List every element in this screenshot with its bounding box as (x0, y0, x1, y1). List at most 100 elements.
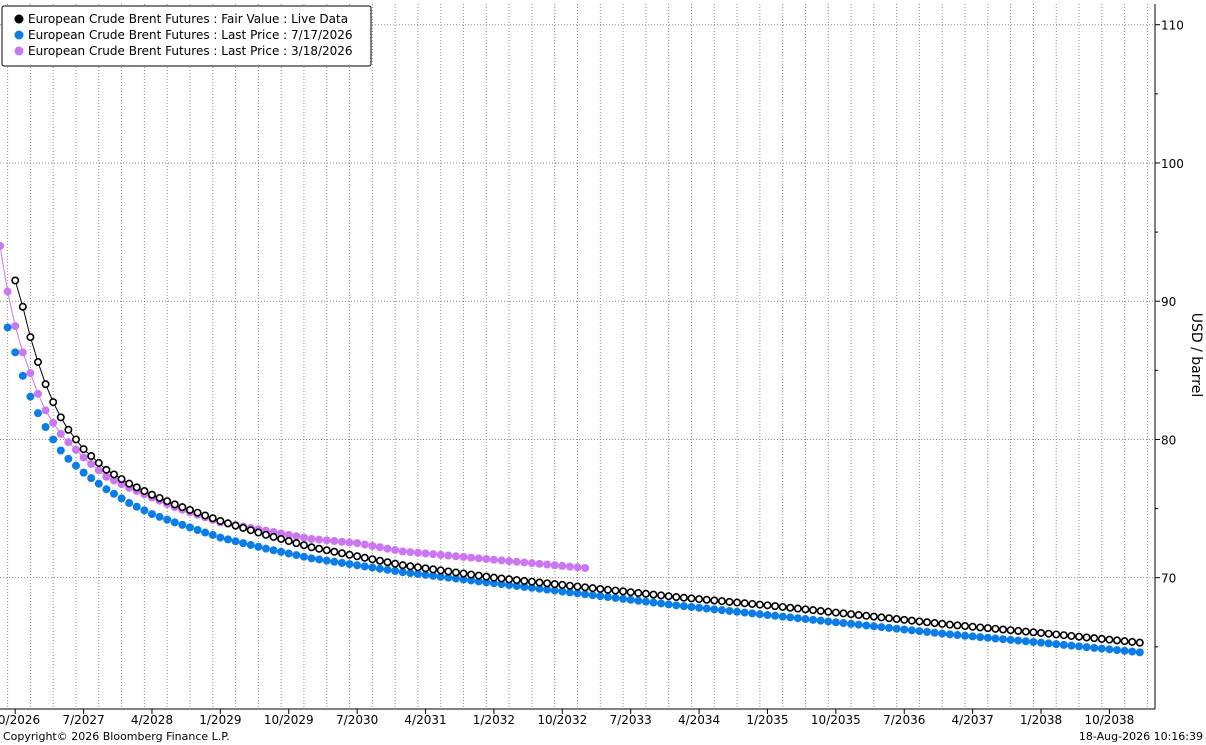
series-0-point (254, 528, 263, 537)
series-1-point (763, 611, 772, 619)
series-1-point (307, 554, 316, 563)
series-2-point (543, 560, 552, 569)
series-2-point (444, 551, 453, 560)
series-0-point (581, 583, 590, 592)
series-0-point (717, 597, 726, 606)
series-1-point (634, 596, 643, 605)
series-1-point (79, 468, 88, 477)
series-0-point (1090, 634, 1099, 643)
series-1-point (1067, 641, 1076, 650)
series-1-point (1029, 637, 1038, 646)
series-0-point (41, 380, 50, 389)
series-1-point (725, 606, 734, 615)
series-0-point (489, 573, 498, 582)
series-2-point (345, 538, 354, 547)
series-2-point (368, 541, 377, 550)
series-0-point (915, 617, 924, 626)
series-1-point (109, 489, 118, 498)
series-layer (0, 241, 1144, 657)
x-tick-label-0: 10/2026 (0, 713, 40, 727)
series-1-point (991, 634, 1000, 643)
series-0-point (239, 523, 248, 532)
series-1-point (155, 512, 164, 521)
series-1-point (208, 531, 217, 540)
series-1-point (223, 535, 232, 544)
series-0-point (687, 594, 696, 603)
series-2-point (391, 546, 400, 555)
legend-marker-fair-value (14, 14, 24, 24)
series-0-point (725, 597, 734, 606)
series-2-point (467, 553, 476, 562)
series-1-point (193, 525, 202, 534)
series-2-point (79, 453, 88, 462)
series-2-point (489, 555, 498, 564)
series-1-point (292, 551, 301, 560)
series-2-point (520, 558, 529, 567)
series-1-point (626, 595, 635, 604)
series-0-point (299, 541, 308, 550)
series-2-point (94, 466, 103, 475)
series-1-point (679, 602, 688, 611)
series-2-point (375, 543, 384, 552)
series-2-point (41, 406, 50, 415)
y-tick-label-80: 80 (1161, 433, 1176, 447)
x-tick-label-5: 7/2030 (336, 713, 378, 727)
series-1-point (687, 602, 696, 611)
series-1-point (1082, 643, 1091, 652)
series-2-point (429, 550, 438, 559)
x-tick-label-9: 7/2033 (610, 713, 652, 727)
series-0-point (520, 576, 529, 585)
series-1-point (877, 623, 886, 632)
legend-label-last-price-3-18-2026: European Crude Brent Futures : Last Pric… (28, 44, 353, 58)
series-0-point (968, 622, 977, 631)
series-2-point (550, 561, 559, 570)
y-tick-label-110: 110 (1161, 19, 1184, 33)
series-1-point (49, 435, 58, 444)
series-0-point (1067, 631, 1076, 640)
series-1-point (672, 601, 681, 610)
series-1-point (383, 565, 392, 574)
series-0-point (383, 558, 392, 567)
series-1-point (391, 567, 400, 575)
series-2-point (71, 445, 80, 454)
series-0-point (1029, 628, 1038, 637)
series-1-point (375, 564, 384, 573)
series-1-point (147, 510, 156, 519)
series-1-point (809, 615, 818, 624)
series-0-point (353, 552, 362, 561)
series-1-point (11, 348, 20, 357)
series-0-point (155, 493, 164, 502)
series-0-point (801, 605, 810, 614)
series-0-point (163, 497, 172, 506)
series-0-point (330, 547, 339, 556)
series-0-point (132, 483, 141, 492)
series-0-point (565, 581, 574, 590)
series-1-point (657, 599, 666, 608)
series-0-point (1021, 627, 1030, 636)
series-1-point (102, 485, 111, 494)
series-1-point (869, 622, 878, 631)
legend-label-last-price-7-17-2026: European Crude Brent Futures : Last Pric… (28, 28, 353, 42)
series-1-point (816, 616, 825, 625)
series-1 (3, 323, 1144, 657)
series-0-point (345, 550, 354, 559)
series-1-point (588, 591, 597, 600)
series-1-point (915, 627, 924, 636)
series-2-point (315, 535, 324, 544)
series-0-point (322, 546, 331, 555)
series-1-point (824, 617, 833, 626)
series-1-point (26, 392, 35, 401)
series-2-point (474, 554, 483, 563)
series-2-point (421, 549, 430, 558)
series-0-point (664, 592, 673, 601)
series-0-point (983, 624, 992, 633)
series-0-point (778, 602, 787, 611)
series-1-point (87, 474, 96, 483)
series-0-point (246, 526, 255, 535)
series-0-point (809, 606, 818, 615)
series-0-point (497, 574, 506, 583)
series-1-point (953, 631, 962, 640)
series-0-point (125, 479, 134, 488)
series-1-point (1090, 643, 1099, 652)
series-1-point (900, 625, 909, 634)
